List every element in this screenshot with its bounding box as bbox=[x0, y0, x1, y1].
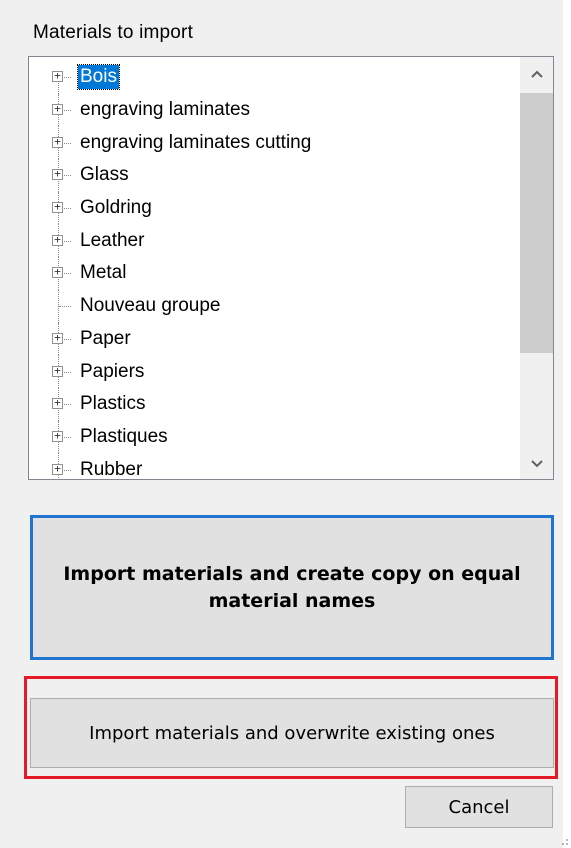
expand-plus-icon[interactable]: + bbox=[52, 430, 63, 442]
tree-item-label: Plastics bbox=[80, 393, 146, 415]
tree-item[interactable]: + Plastiques bbox=[29, 420, 517, 454]
expand-plus-icon[interactable]: + bbox=[52, 234, 63, 246]
expand-plus-icon[interactable]: + bbox=[52, 136, 63, 148]
scroll-down-arrow-icon[interactable] bbox=[520, 447, 553, 479]
tree-item-label: Goldring bbox=[80, 197, 152, 219]
tree-vertical-scrollbar[interactable] bbox=[520, 57, 553, 479]
tree-item-label: engraving laminates cutting bbox=[80, 131, 312, 153]
tree-item[interactable]: + Papiers bbox=[29, 355, 517, 388]
tree-item-label: Plastiques bbox=[80, 425, 168, 447]
tree-item[interactable]: + Leather bbox=[29, 224, 517, 258]
expand-plus-icon[interactable]: + bbox=[52, 266, 63, 279]
expand-plus-icon[interactable]: + bbox=[52, 397, 63, 410]
tree-item-label: Glass bbox=[80, 164, 129, 186]
tree-item[interactable]: + Plastics bbox=[29, 387, 517, 421]
tree-item[interactable]: + Rubber bbox=[29, 453, 517, 480]
tree-item[interactable]: + engraving laminates cutting bbox=[29, 126, 517, 160]
cancel-button[interactable]: Cancel bbox=[405, 786, 553, 828]
tree-branch-line bbox=[59, 306, 71, 308]
import-overwrite-button[interactable]: Import materials and overwrite existing … bbox=[30, 698, 554, 768]
tree-item[interactable]: + Paper bbox=[29, 322, 517, 356]
materials-tree-view[interactable]: + Bois + engraving laminates + engraving lami… bbox=[28, 56, 554, 480]
tree-item-label: Metal bbox=[80, 262, 127, 284]
tree-item-label: Papiers bbox=[80, 360, 145, 382]
tree-item-label: Bois bbox=[77, 64, 120, 91]
expand-plus-icon[interactable]: + bbox=[52, 168, 63, 181]
tree-item-label: Paper bbox=[80, 327, 131, 349]
expand-plus-icon[interactable]: + bbox=[52, 332, 63, 344]
tree-item[interactable]: + Goldring bbox=[29, 191, 517, 225]
expand-plus-icon[interactable]: + bbox=[52, 103, 63, 116]
tree-item[interactable]: + Metal bbox=[29, 257, 517, 290]
tree-item-label: Leather bbox=[80, 229, 145, 251]
scroll-thumb[interactable] bbox=[520, 93, 553, 353]
tree-item[interactable]: + engraving laminates bbox=[29, 93, 517, 127]
materials-section-label: Materials to import bbox=[33, 22, 194, 43]
tree-item[interactable]: + Bois bbox=[29, 61, 517, 94]
tree-item[interactable]: Nouveau groupe bbox=[29, 289, 517, 323]
expand-plus-icon[interactable]: + bbox=[52, 463, 63, 475]
expand-plus-icon[interactable]: + bbox=[52, 365, 63, 377]
scroll-up-arrow-icon[interactable] bbox=[520, 57, 553, 89]
tree-item-label: Rubber bbox=[80, 458, 143, 480]
materials-tree-list: + Bois + engraving laminates + engraving lami… bbox=[29, 61, 517, 480]
import-materials-dialog: Materials to import + Bois + engraving lami… bbox=[0, 0, 571, 848]
tree-item-label: Nouveau groupe bbox=[80, 295, 221, 317]
tree-item[interactable]: + Glass bbox=[29, 159, 517, 192]
tree-item-label: engraving laminates bbox=[80, 99, 251, 121]
window-edge bbox=[563, 0, 571, 848]
expand-plus-icon[interactable]: + bbox=[52, 201, 63, 214]
expand-plus-icon[interactable]: + bbox=[52, 70, 63, 83]
import-create-copy-button[interactable]: Import materials and create copy on equa… bbox=[30, 515, 554, 660]
resize-grip-icon[interactable] bbox=[559, 836, 569, 846]
